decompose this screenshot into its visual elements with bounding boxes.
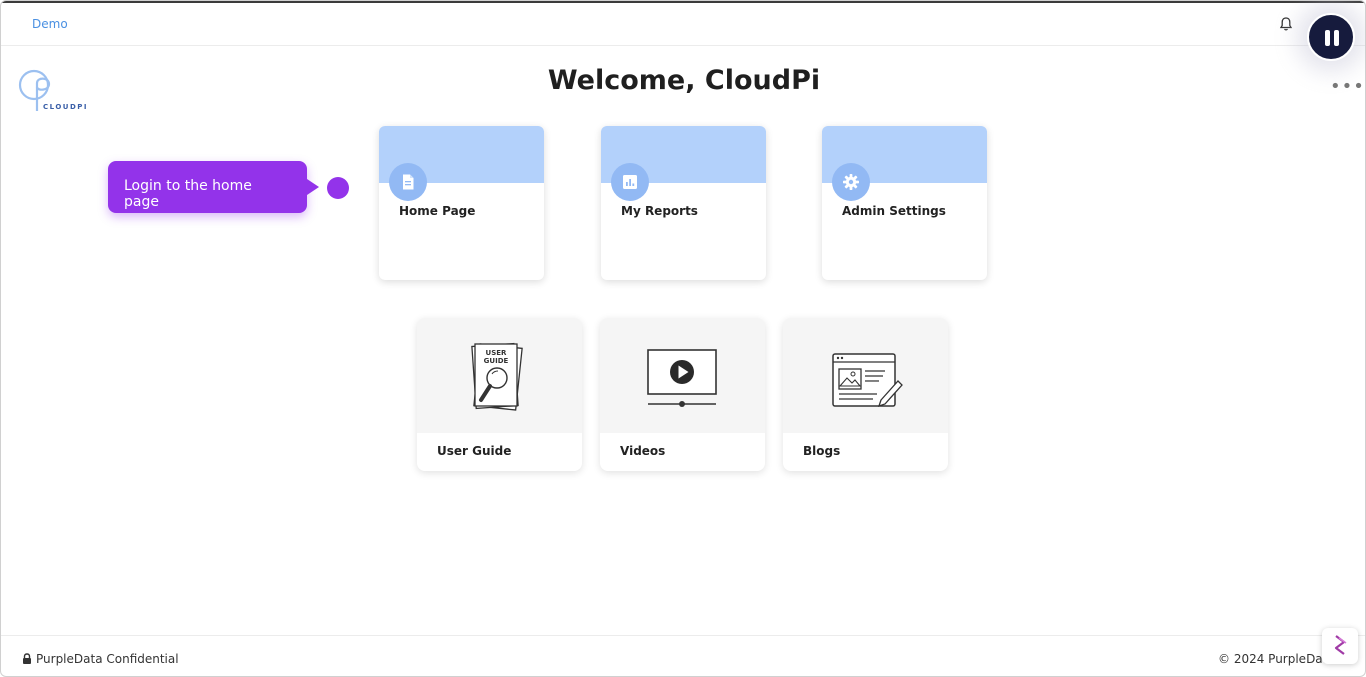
pause-icon [1325,30,1330,46]
resource-label: Blogs [803,444,841,458]
footer: PurpleData Confidential © 2024 PurpleDat… [1,635,1365,676]
lock-icon [23,653,31,664]
my-reports-card[interactable]: My Reports [601,126,766,280]
user-guide-card[interactable]: USER GUIDE User Guide [417,318,582,471]
videos-card[interactable]: Videos [600,318,765,471]
copyright-text: © 2024 PurpleData [1218,652,1335,666]
pause-button[interactable] [1307,13,1355,61]
gear-icon [843,174,859,190]
resource-label: User Guide [437,444,512,458]
demo-link[interactable]: Demo [32,17,68,31]
tooltip-text: Login to the home page [124,178,252,210]
walkthrough-tooltip: Login to the home page [108,161,319,213]
user-guide-icon: USER GUIDE [471,342,523,411]
card-label: My Reports [621,204,698,218]
blog-icon [832,353,903,408]
card-label: Admin Settings [842,204,946,218]
home-page-card[interactable]: Home Page [379,126,544,280]
walkthrough-beacon[interactable] [327,177,349,199]
help-widget-icon [1334,635,1347,655]
user-guide-art-text: USER [486,349,508,357]
svg-text:GUIDE: GUIDE [484,357,509,365]
logo-text: CLOUDPI [43,103,89,111]
resource-label: Videos [620,444,666,458]
document-icon [403,174,414,190]
top-bar: Demo [1,3,1365,46]
card-label: Home Page [399,204,476,218]
confidential-notice: PurpleData Confidential [22,652,179,666]
page-title: Welcome, CloudPi [547,65,821,96]
admin-settings-card[interactable]: Admin Settings [822,126,987,280]
bell-icon[interactable] [1278,16,1294,32]
video-play-icon [647,349,717,407]
app-window: Demo ••• CLOUDPI Welcome, CloudPi Login … [0,0,1366,677]
confidential-text: PurpleData Confidential [36,652,179,666]
report-chart-icon [623,175,637,189]
blogs-card[interactable]: Blogs [783,318,948,471]
help-widget-button[interactable] [1322,628,1358,664]
